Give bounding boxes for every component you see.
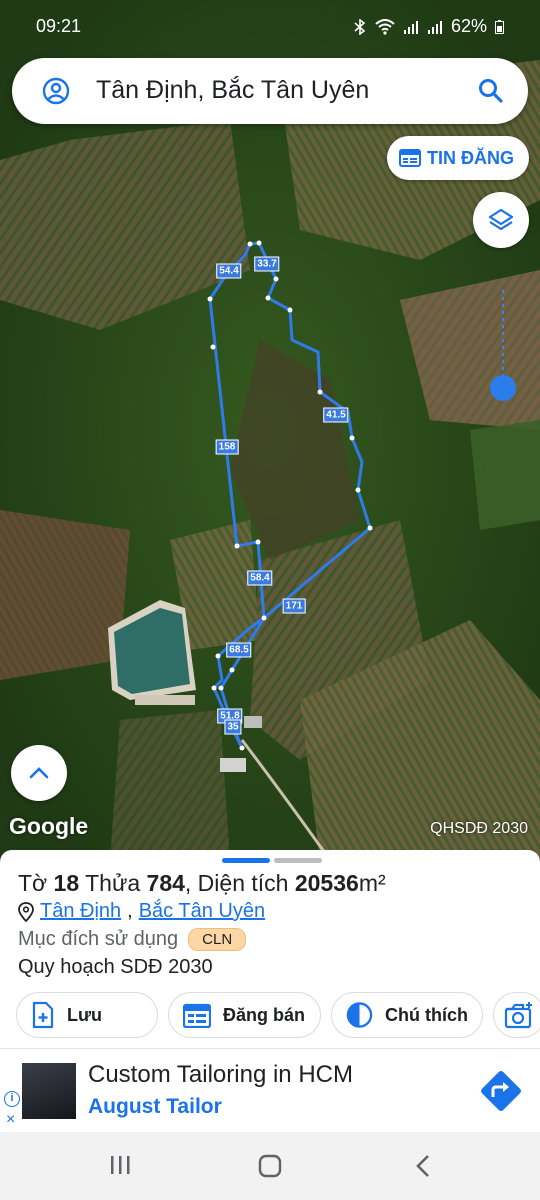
directions-icon[interactable] (476, 1066, 526, 1116)
back-icon[interactable] (414, 1154, 432, 1178)
add-photo-icon (504, 1002, 532, 1029)
account-icon[interactable] (42, 77, 70, 105)
legend-label: Chú thích (385, 1004, 468, 1025)
ward-link[interactable]: Tân Định (40, 900, 121, 923)
segment-length-label: 171 (282, 598, 306, 614)
post-sale-button[interactable]: Đăng bán (168, 992, 321, 1038)
segment-length-label: 33.7 (254, 256, 280, 272)
status-icons: 62% (353, 16, 504, 37)
parcel-boundary[interactable] (0, 0, 540, 860)
add-file-icon (32, 1001, 54, 1029)
ad-info-icon[interactable]: i (4, 1091, 20, 1107)
satellite-map[interactable]: 54.4 33.7 158 41.5 58.4 171 68.5 51.8 35… (0, 0, 540, 860)
expand-button[interactable] (11, 745, 67, 801)
land-usage-label: Mục đích sử dụng (18, 928, 179, 950)
save-label: Lưu (67, 1004, 103, 1025)
wifi-icon (375, 18, 395, 35)
segment-length-label: 35 (224, 719, 242, 735)
land-usage-badge[interactable]: CLN (188, 928, 247, 951)
segment-length-label: 158 (215, 439, 239, 455)
district-link[interactable]: Bắc Tân Uyên (139, 900, 265, 923)
signal-icon (403, 20, 418, 34)
location-pin-icon (18, 901, 34, 922)
search-icon[interactable] (478, 78, 504, 104)
battery-icon (495, 19, 504, 34)
planning-label: Quy hoạch SDĐ 2030 (18, 956, 213, 978)
segment-length-label: 41.5 (323, 407, 349, 423)
legend-button[interactable]: Chú thích (331, 992, 483, 1038)
recent-apps-icon[interactable] (108, 1154, 132, 1176)
post-listing-label: TIN ĐĂNG (427, 147, 514, 168)
layers-icon (488, 208, 514, 231)
listing-icon (399, 149, 421, 167)
post-listing-button[interactable]: TIN ĐĂNG (387, 136, 529, 180)
segment-length-label: 58.4 (247, 570, 273, 586)
signal-icon (427, 20, 442, 34)
chevron-up-icon (29, 767, 49, 779)
parcel-title: Tờ 18 Thửa 784, Diện tích 20536m² (18, 870, 386, 896)
google-logo: Google (9, 813, 89, 839)
ad-title[interactable]: Custom Tailoring in HCM (88, 1061, 353, 1089)
land-usage-row: Mục đích sử dụng CLN (18, 928, 247, 951)
search-input[interactable]: Tân Định, Bắc Tân Uyên (96, 76, 369, 105)
map-layer-label: QHSDĐ 2030 (430, 820, 528, 837)
home-icon[interactable] (258, 1154, 282, 1178)
parcel-info-sheet[interactable]: Tờ 18 Thửa 784, Diện tích 20536m² Tân Đị… (0, 850, 540, 1048)
bluetooth-icon (354, 18, 366, 35)
sheet-handle[interactable] (222, 858, 322, 863)
parcel-address: Tân Định, Bắc Tân Uyên (18, 900, 265, 923)
system-nav-bar (0, 1132, 540, 1200)
layers-button[interactable] (473, 192, 529, 248)
ad-banner[interactable]: i × Custom Tailoring in HCM August Tailo… (0, 1048, 540, 1132)
segment-length-label: 54.4 (216, 263, 242, 279)
clock: 09:21 (36, 16, 82, 36)
battery-percent: 62% (450, 16, 487, 36)
status-bar: 09:21 62% (0, 0, 540, 52)
post-sale-label: Đăng bán (223, 1004, 306, 1025)
add-photo-button[interactable] (493, 992, 540, 1038)
calendar-list-icon (183, 1003, 211, 1028)
save-button[interactable]: Lưu (16, 992, 158, 1038)
ad-thumbnail[interactable] (22, 1063, 76, 1119)
action-row: Lưu Đăng bán Chú thích (16, 992, 540, 1038)
ad-close-icon[interactable]: × (6, 1111, 15, 1129)
current-location-dot (490, 375, 516, 401)
search-bar[interactable]: Tân Định, Bắc Tân Uyên (12, 58, 528, 124)
contrast-icon (346, 1002, 373, 1028)
ad-advertiser[interactable]: August Tailor (88, 1095, 222, 1119)
segment-length-label: 68.5 (226, 642, 252, 658)
